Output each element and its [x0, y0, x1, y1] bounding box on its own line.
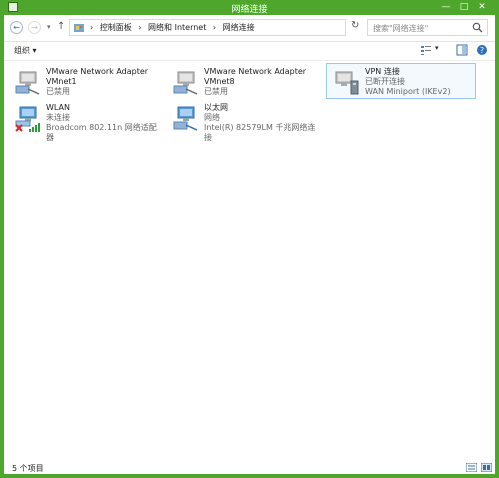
- item-count: 5 个项目: [12, 464, 44, 473]
- connection-status: 已禁用: [46, 87, 70, 96]
- wlan-icon: [15, 106, 40, 132]
- window: 网络连接 — □ ✕ ← → ▾ ↑ › 控制面板 › 网络和 Internet…: [4, 0, 495, 474]
- connection-device: VMnet1: [46, 77, 77, 86]
- recent-locations-dropdown[interactable]: ▾: [47, 23, 51, 31]
- forward-button[interactable]: →: [28, 21, 41, 34]
- connection-vpn[interactable]: VPN 连接 已断开连接 WAN Miniport (IKEv2): [326, 63, 476, 99]
- connection-device: Intel(R) 82579LM 千兆网络连接: [204, 123, 316, 142]
- preview-pane-icon[interactable]: [456, 44, 468, 56]
- window-title: 网络连接: [231, 5, 268, 15]
- connection-name: 以太网: [204, 103, 228, 112]
- toolbar: 组织 ▾ ▾ ?: [4, 41, 495, 61]
- vpn-connection-icon: [335, 71, 359, 95]
- status-bar: 5 个项目: [4, 460, 495, 474]
- search-input[interactable]: 搜索"网络连接": [367, 19, 488, 36]
- up-button[interactable]: ↑: [57, 21, 65, 32]
- network-adapter-disabled-icon: [173, 71, 198, 95]
- details-view-icon[interactable]: [466, 463, 477, 472]
- change-view-icon[interactable]: [420, 44, 432, 56]
- connection-device: VMnet8: [204, 77, 235, 86]
- file-list: VMware Network Adapter VMnet1 已禁用 VMware…: [4, 60, 495, 460]
- connection-device: WAN Miniport (IKEv2): [365, 87, 451, 96]
- network-adapter-disabled-icon: [15, 71, 40, 95]
- large-icons-view-icon[interactable]: [481, 463, 492, 472]
- close-button[interactable]: ✕: [474, 1, 490, 13]
- breadcrumb-network-internet[interactable]: 网络和 Internet: [148, 23, 206, 32]
- back-button[interactable]: ←: [10, 21, 23, 34]
- connection-device: Broadcom 802.11n 网络适配器: [46, 123, 157, 142]
- connection-status: 未连接: [46, 113, 70, 122]
- breadcrumb[interactable]: › 控制面板 › 网络和 Internet › 网络连接: [69, 19, 346, 36]
- breadcrumb-control-panel[interactable]: 控制面板: [100, 23, 132, 32]
- address-bar: ← → ▾ ↑ › 控制面板 › 网络和 Internet › 网络连接 ↻ 搜…: [4, 15, 495, 42]
- connection-name: VMware Network Adapter: [46, 67, 149, 76]
- connection-ethernet[interactable]: 以太网 网络 Intel(R) 82579LM 千兆网络连接: [166, 100, 316, 142]
- connection-vmnet8[interactable]: VMware Network Adapter VMnet8 已禁用: [166, 64, 316, 100]
- connection-name: VMware Network Adapter: [204, 67, 307, 76]
- breadcrumb-network-connections[interactable]: 网络连接: [223, 23, 255, 32]
- view-dropdown-icon[interactable]: ▾: [435, 44, 439, 52]
- ethernet-icon: [173, 106, 198, 131]
- organize-menu[interactable]: 组织 ▾: [14, 45, 37, 56]
- connection-wlan[interactable]: WLAN 未连接 Broadcom 802.11n 网络适配器: [8, 100, 158, 142]
- search-icon: [472, 22, 483, 33]
- connection-vmnet1[interactable]: VMware Network Adapter VMnet1 已禁用: [8, 64, 158, 100]
- refresh-icon[interactable]: ↻: [351, 20, 359, 31]
- control-panel-icon: [74, 24, 84, 32]
- connection-status: 已禁用: [204, 87, 228, 96]
- connection-name: WLAN: [46, 103, 71, 112]
- connection-name: VPN 连接: [365, 67, 400, 76]
- title-bar[interactable]: 网络连接 — □ ✕: [4, 0, 495, 15]
- help-icon[interactable]: ?: [476, 44, 488, 56]
- connection-status: 已断开连接: [365, 77, 405, 86]
- connection-status: 网络: [204, 113, 220, 122]
- minimize-button[interactable]: —: [438, 1, 454, 13]
- svg-text:?: ?: [480, 46, 484, 55]
- maximize-button[interactable]: □: [456, 1, 472, 13]
- search-placeholder: 搜索"网络连接": [373, 24, 429, 33]
